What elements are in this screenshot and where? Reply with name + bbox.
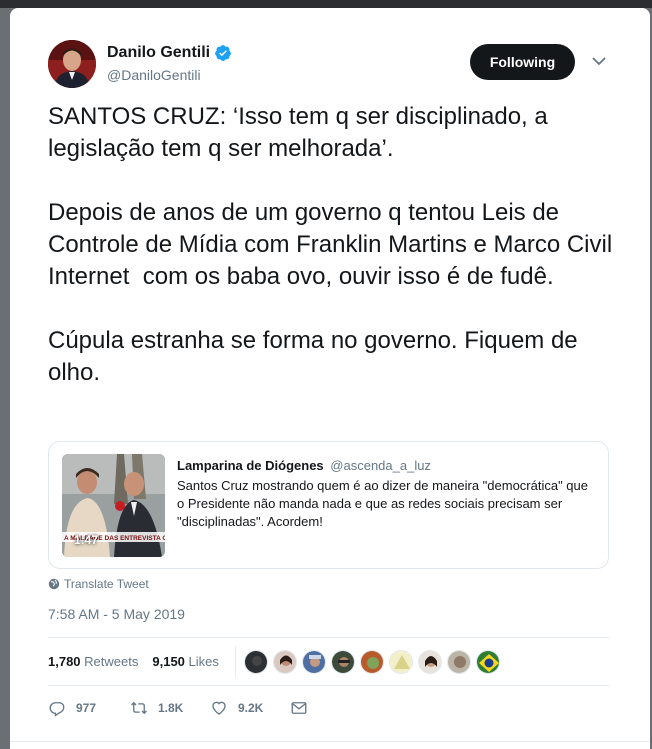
reply-icon [49,702,65,717]
liker-avatar[interactable] [475,649,500,674]
video-duration: 1:47 [74,533,99,547]
stats-bottom-divider [48,685,609,686]
tweet-actions: 977 1.8K 9.2K [48,696,318,720]
liker-avatars [243,649,505,674]
liker-avatar[interactable] [446,649,471,674]
retweets-count: 1,780 [48,654,81,669]
engagement-stats: 1,780 Retweets 9,150 Likes [48,638,609,685]
verified-badge-icon [215,45,231,61]
translate-tweet-label: Translate Tweet [64,577,149,591]
retweets-stat[interactable]: 1,780 Retweets [48,654,138,669]
tweet-timestamp[interactable]: 7:58 AM - 5 May 2019 [48,606,185,622]
quoted-author-handle: @ascenda_a_luz [330,458,431,473]
like-button[interactable]: 9.2K [210,699,290,717]
card-bottom-divider [10,741,650,742]
liker-avatar[interactable] [330,649,355,674]
quoted-tweet-text: Santos Cruz mostrando quem é ao dizer de… [177,478,588,529]
like-count: 9.2K [238,701,264,715]
liker-avatar[interactable] [301,649,326,674]
quoted-author-name: Lamparina de Diógenes [177,458,324,473]
reply-count: 977 [76,701,97,715]
retweet-icon [131,701,147,715]
liker-avatar[interactable] [272,649,297,674]
reply-button[interactable]: 977 [48,699,130,717]
globe-icon [48,578,60,590]
liker-avatar[interactable] [359,649,384,674]
author-name-row: Danilo Gentili [107,44,232,62]
tweet-header: Danilo Gentili @DaniloGentili Following [10,8,650,98]
chevron-down-icon[interactable] [592,56,606,66]
author-handle[interactable]: @DaniloGentili [107,67,201,83]
likes-count: 9,150 [152,654,185,669]
translate-tweet-link[interactable]: Translate Tweet [48,577,149,591]
retweet-count: 1.8K [158,701,184,715]
tweet-card: Danilo Gentili @DaniloGentili Following … [10,8,650,749]
likes-stat[interactable]: 9,150 Likes [152,654,219,669]
following-button[interactable]: Following [470,44,575,80]
liker-avatar[interactable] [388,649,413,674]
envelope-icon [291,702,307,714]
quoted-author: Lamparina de Diógenes @ascenda_a_luz [177,458,431,473]
retweets-label: Retweets [84,654,139,669]
avatar-image [48,40,96,88]
tweet-text: SANTOS CRUZ: ‘Isso tem q ser disciplinad… [48,103,613,386]
heart-icon [212,701,226,715]
backdrop [0,0,652,8]
liker-avatar[interactable] [417,649,442,674]
quoted-tweet[interactable]: A MALDADE DAS ENTREVISTA GEN. SANT 1:47 … [48,441,609,569]
quoted-video-thumbnail[interactable]: A MALDADE DAS ENTREVISTA GEN. SANT 1:47 [62,454,165,557]
author-display-name[interactable]: Danilo Gentili [107,44,210,62]
stats-separator [234,645,236,678]
retweet-button[interactable]: 1.8K [130,699,210,717]
avatar[interactable] [48,40,96,88]
likes-label: Likes [188,654,219,669]
direct-message-button[interactable] [290,699,318,717]
liker-avatar[interactable] [243,649,268,674]
